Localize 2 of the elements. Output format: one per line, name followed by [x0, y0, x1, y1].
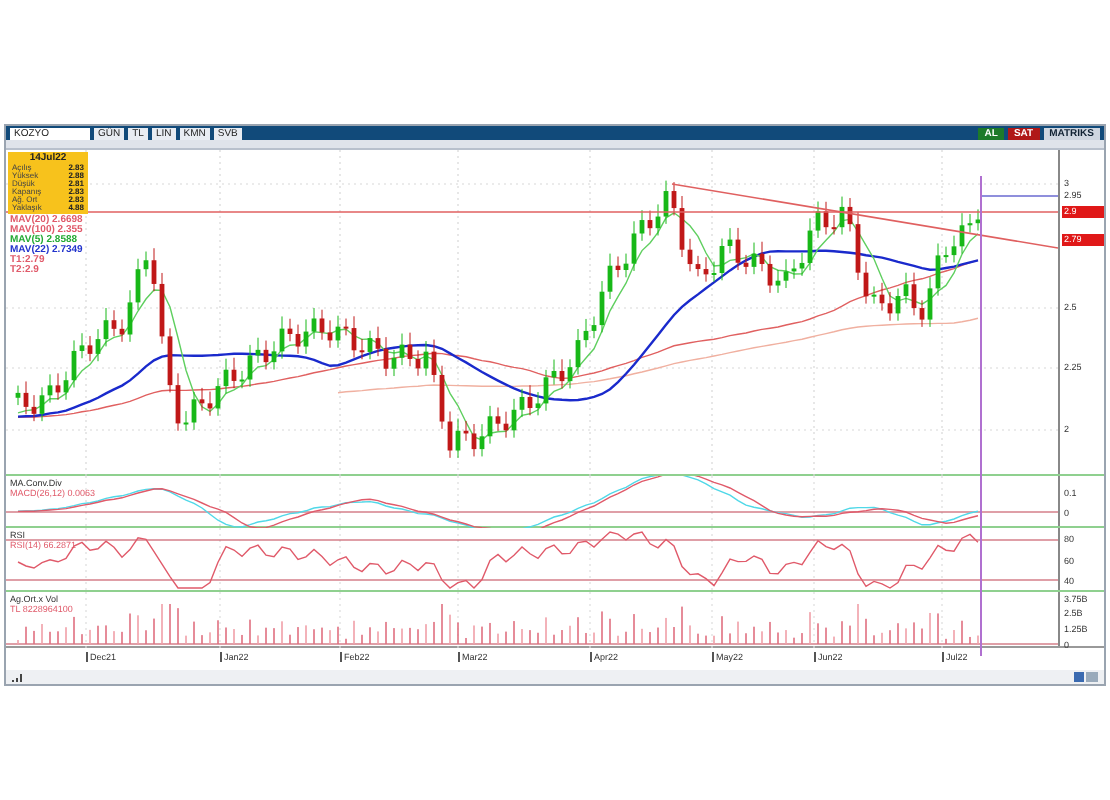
target-line — [981, 195, 1058, 197]
zoom-icon[interactable] — [1074, 672, 1098, 682]
